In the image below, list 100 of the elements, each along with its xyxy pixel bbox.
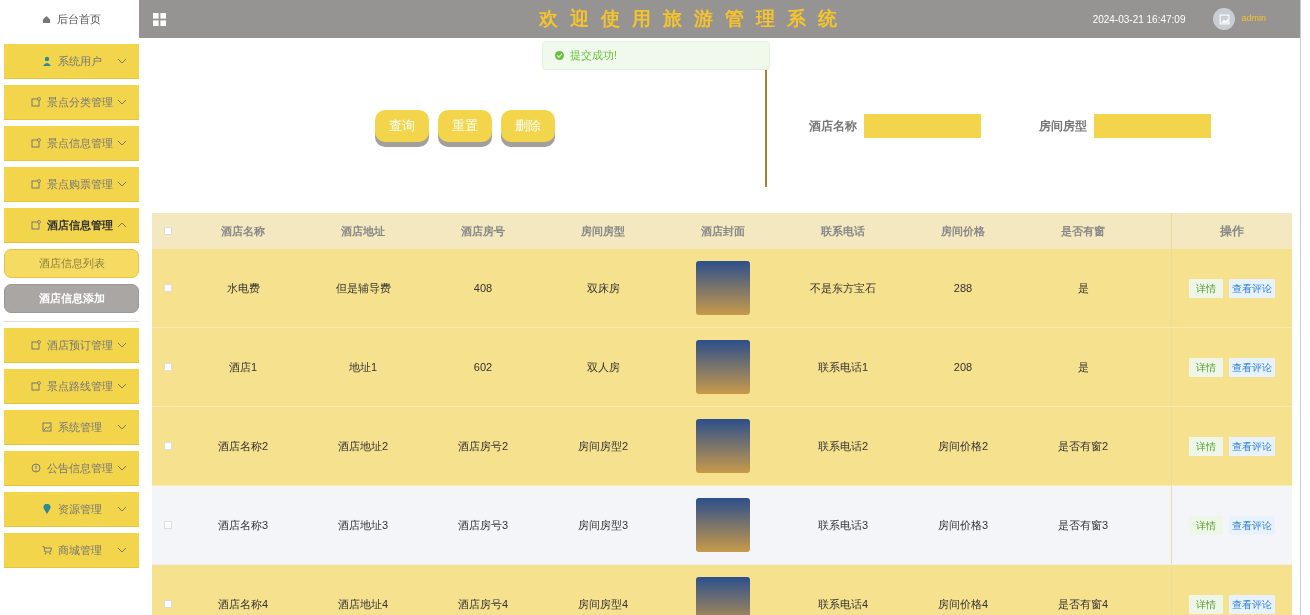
chevron-down-icon <box>117 97 127 107</box>
table-cell-text: 酒店1 <box>227 359 259 375</box>
username[interactable]: admin <box>1241 12 1266 26</box>
check-circle-icon <box>555 51 564 60</box>
table-cell-text: 但是辅导费 <box>334 280 392 296</box>
note-icon <box>30 340 41 350</box>
reviews-button[interactable]: 查看评论 <box>1229 278 1275 298</box>
note-icon <box>30 179 41 189</box>
submenu-item[interactable]: 酒店信息添加 <box>4 284 139 313</box>
photo-placeholder <box>696 498 750 552</box>
note-icon <box>30 97 41 107</box>
table-cell-text: 房间房型2 <box>576 438 630 454</box>
table-cell-text: 酒店名称3 <box>216 517 270 533</box>
chevron-down-icon <box>117 422 127 432</box>
photo-placeholder <box>696 340 750 394</box>
field-label: 房间房型 <box>1039 117 1087 135</box>
table-cell-text: 房间房型4 <box>576 596 630 612</box>
field-label: 酒店名称 <box>809 117 857 135</box>
image-icon <box>1219 13 1230 25</box>
chevron-down-icon <box>117 545 127 555</box>
details-button[interactable]: 详情 <box>1189 357 1223 377</box>
select-all-checkbox[interactable] <box>163 227 172 235</box>
column-header: 酒店房号 <box>460 223 506 239</box>
reviews-button[interactable]: 查看评论 <box>1229 436 1275 456</box>
chevron-down-icon <box>117 56 127 66</box>
table-cell-text: 是 <box>1076 359 1090 375</box>
table-cell-text: 602 <box>472 359 494 375</box>
sidebar-item[interactable]: 系统用户 <box>4 44 139 79</box>
note-icon <box>30 381 41 391</box>
sidebar-item[interactable]: 景点购票管理 <box>4 167 139 202</box>
row-checkbox[interactable] <box>163 600 172 608</box>
table-cell-text: 房间价格2 <box>936 438 990 454</box>
search-field[interactable] <box>1094 113 1211 138</box>
chevron-down-icon <box>117 340 127 350</box>
column-header: 酒店封面 <box>700 223 746 239</box>
image-icon <box>41 422 52 432</box>
details-button[interactable]: 详情 <box>1189 436 1223 456</box>
table-cell-text: 288 <box>952 280 974 296</box>
table-cell-text: 酒店房号3 <box>456 517 510 533</box>
row-checkbox[interactable] <box>163 521 172 529</box>
table-cell-text: 408 <box>472 280 494 296</box>
table-cell-text: 是 <box>1076 280 1090 296</box>
table-cell-text: 酒店房号4 <box>456 596 510 612</box>
sidebar-item[interactable]: 公告信息管理 <box>4 451 139 486</box>
sidebar-item[interactable]: 资源管理 <box>4 492 139 527</box>
reviews-button[interactable]: 查看评论 <box>1229 515 1275 535</box>
sidebar-item[interactable]: 酒店预订管理 <box>4 328 139 363</box>
column-header: 操作 <box>1220 223 1244 240</box>
column-header: 房间价格 <box>940 223 986 239</box>
table-cell-text: 房间房型3 <box>576 517 630 533</box>
reviews-button[interactable]: 查看评论 <box>1229 594 1275 614</box>
table-cell-text: 不是东方宝石 <box>809 280 877 296</box>
sidebar-item[interactable]: 景点路线管理 <box>4 369 139 404</box>
sidebar-item[interactable]: 景点信息管理 <box>4 126 139 161</box>
table-cell-text: 酒店地址3 <box>336 517 390 533</box>
note-icon <box>30 220 41 230</box>
chevron-up-icon <box>117 220 127 230</box>
submenu-item[interactable]: 酒店信息列表 <box>4 249 139 278</box>
home-icon <box>42 14 51 24</box>
info-icon <box>30 463 41 473</box>
sidebar-item[interactable]: 商城管理 <box>4 533 139 568</box>
person-icon <box>41 56 52 66</box>
table-cell-text: 酒店名称4 <box>216 596 270 612</box>
details-button[interactable]: 详情 <box>1189 278 1223 298</box>
column-header: 酒店地址 <box>340 223 386 239</box>
toast-message: 提交成功! <box>570 48 618 64</box>
photo-placeholder <box>696 577 750 615</box>
reviews-button[interactable]: 查看评论 <box>1229 357 1275 377</box>
column-header: 联系电话 <box>820 223 866 239</box>
chevron-down-icon <box>117 179 127 189</box>
table-cell-text: 地址1 <box>347 359 379 375</box>
details-button[interactable]: 详情 <box>1189 594 1223 614</box>
row-checkbox[interactable] <box>163 363 172 371</box>
table-cell-text: 208 <box>952 359 974 375</box>
table-cell-text: 联系电话1 <box>816 359 870 375</box>
cart-icon <box>41 545 52 555</box>
sidebar-item[interactable]: 景点分类管理 <box>4 85 139 120</box>
table-cell-text: 房间价格4 <box>936 596 990 612</box>
chevron-down-icon <box>117 381 127 391</box>
avatar[interactable] <box>1213 8 1236 30</box>
chevron-down-icon <box>117 463 127 473</box>
table-cell-text: 联系电话4 <box>816 596 870 612</box>
row-checkbox[interactable] <box>163 442 172 450</box>
sidebar-item[interactable]: 酒店信息管理 <box>4 208 139 243</box>
column-header: 酒店名称 <box>220 223 266 239</box>
home-link[interactable]: 后台首页 <box>57 10 101 28</box>
table-cell-text: 是否有窗4 <box>1056 596 1110 612</box>
chevron-down-icon <box>117 504 127 514</box>
row-checkbox[interactable] <box>163 284 172 292</box>
details-button[interactable]: 详情 <box>1189 515 1223 535</box>
photo-placeholder <box>696 261 750 315</box>
grid-menu-icon <box>153 12 166 26</box>
column-header: 房间房型 <box>580 223 626 239</box>
table-cell-text: 联系电话2 <box>816 438 870 454</box>
pin-icon <box>41 504 52 514</box>
table-cell-text: 酒店地址2 <box>336 438 390 454</box>
column-header: 是否有窗 <box>1060 223 1106 239</box>
search-field[interactable] <box>864 113 981 138</box>
table-cell-text: 水电费 <box>225 280 261 296</box>
sidebar-item[interactable]: 系统管理 <box>4 410 139 445</box>
